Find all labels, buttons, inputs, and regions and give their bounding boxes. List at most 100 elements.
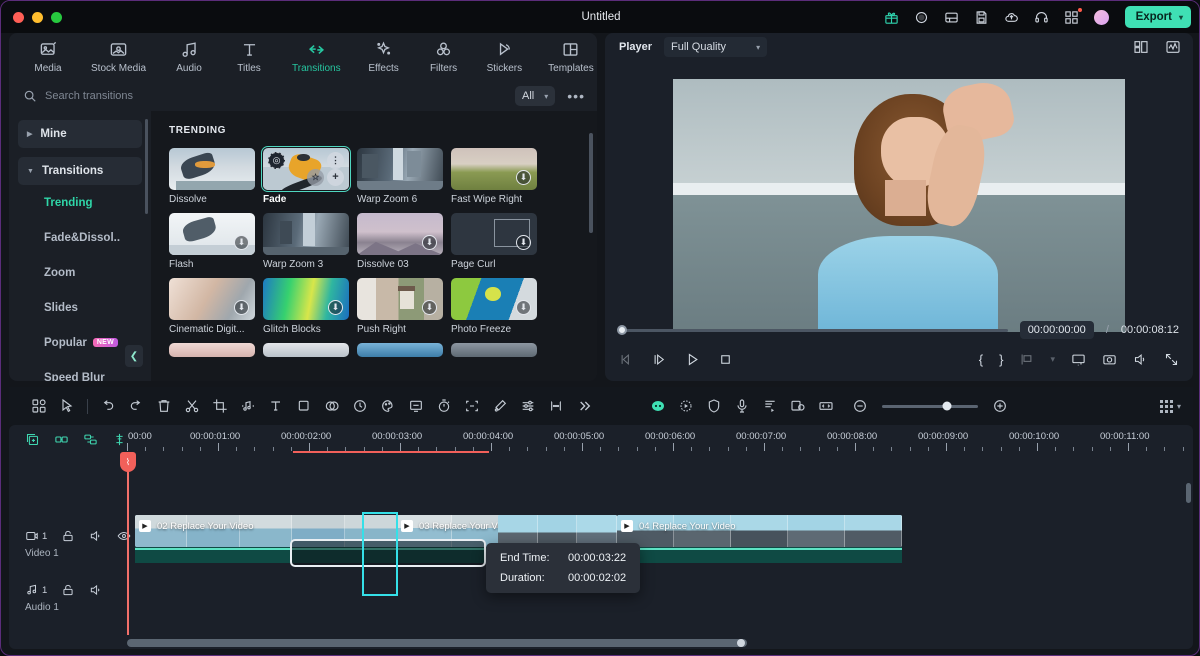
- shield-icon[interactable]: [700, 392, 728, 420]
- transition-card[interactable]: ⬇ Dissolve 03: [357, 213, 443, 270]
- select-tool-icon[interactable]: [53, 392, 81, 420]
- export-button[interactable]: Export ▾: [1124, 6, 1191, 28]
- download-icon[interactable]: ⬇: [516, 235, 531, 250]
- waveform-icon[interactable]: [1165, 39, 1181, 55]
- color-icon[interactable]: [374, 392, 402, 420]
- download-icon[interactable]: ⬇: [328, 300, 343, 315]
- lock-icon[interactable]: [61, 529, 75, 543]
- nav-tab-titles[interactable]: Titles: [232, 40, 266, 74]
- prev-frame-icon[interactable]: [619, 352, 634, 367]
- ai-settings-icon[interactable]: [672, 392, 700, 420]
- more-dots-icon[interactable]: ⋮: [327, 152, 344, 169]
- magnet-snap-icon[interactable]: [112, 432, 127, 447]
- transition-card[interactable]: Dissolve: [169, 148, 255, 205]
- timer-icon[interactable]: [430, 392, 458, 420]
- add-media-icon[interactable]: [25, 432, 40, 447]
- text-icon[interactable]: [262, 392, 290, 420]
- green-screen-icon[interactable]: [402, 392, 430, 420]
- layout-icon[interactable]: [944, 9, 960, 25]
- sidebar-scrollbar[interactable]: [145, 119, 148, 214]
- ai-copilot-icon[interactable]: [644, 392, 672, 420]
- transition-thumbnail[interactable]: [263, 213, 349, 255]
- cloud-upload-icon[interactable]: [1004, 9, 1020, 25]
- volume-icon[interactable]: [1133, 352, 1148, 367]
- seek-knob[interactable]: [617, 325, 627, 335]
- nav-tab-media[interactable]: Media: [31, 40, 65, 74]
- apps-grid-icon[interactable]: [25, 392, 53, 420]
- preview-icon[interactable]: ◎: [268, 152, 285, 169]
- chevrons-right-icon[interactable]: [570, 392, 598, 420]
- transition-thumbnail[interactable]: ◎ ⋮ ☆ +: [261, 146, 351, 192]
- chevron-down-icon[interactable]: ▾: [1179, 13, 1183, 22]
- export-frame-icon[interactable]: [1019, 352, 1034, 367]
- download-icon[interactable]: ⬇: [516, 300, 531, 315]
- transition-card[interactable]: ⬇ Page Curl: [451, 213, 537, 270]
- transition-thumbnail[interactable]: [357, 343, 443, 357]
- zoom-slider[interactable]: [882, 401, 978, 411]
- zoom-slider-knob[interactable]: [942, 401, 952, 411]
- step-forward-icon[interactable]: [652, 352, 667, 367]
- sidebar-item-fade-dissolve[interactable]: Fade&Dissol..: [9, 220, 151, 255]
- timeline-vertical-scrollbar[interactable]: [1186, 483, 1191, 503]
- transition-card[interactable]: ⬇ Push Right: [357, 278, 443, 335]
- transition-card[interactable]: [357, 343, 443, 357]
- transition-thumbnail[interactable]: [169, 343, 255, 357]
- delete-icon[interactable]: [150, 392, 178, 420]
- favorite-icon[interactable]: ☆: [307, 169, 324, 186]
- transition-card[interactable]: [263, 343, 349, 357]
- mute-icon[interactable]: [89, 583, 103, 597]
- crop-icon[interactable]: [206, 392, 234, 420]
- download-icon[interactable]: ⬇: [422, 300, 437, 315]
- undo-icon[interactable]: [94, 392, 122, 420]
- headset-icon[interactable]: [1034, 9, 1050, 25]
- transition-card[interactable]: Warp Zoom 6: [357, 148, 443, 205]
- link-icon[interactable]: [54, 432, 69, 447]
- download-icon[interactable]: ⬇: [516, 170, 531, 185]
- mark-in-icon[interactable]: {: [979, 352, 983, 367]
- nav-tab-transitions[interactable]: Transitions: [292, 40, 341, 74]
- sidebar-item-zoom[interactable]: Zoom: [9, 255, 151, 290]
- clip-play-icon[interactable]: ▶: [621, 520, 633, 532]
- mute-icon[interactable]: [89, 529, 103, 543]
- transition-thumbnail[interactable]: [169, 148, 255, 190]
- mark-out-icon[interactable]: }: [999, 352, 1003, 367]
- zoom-in-icon[interactable]: [986, 392, 1014, 420]
- transition-thumbnail[interactable]: ⬇: [169, 278, 255, 320]
- transition-thumbnail[interactable]: ⬇: [357, 278, 443, 320]
- subtitle-icon[interactable]: [756, 392, 784, 420]
- transition-thumbnail[interactable]: ⬇: [357, 213, 443, 255]
- sidebar-group-transitions[interactable]: ▼ Transitions: [18, 157, 142, 185]
- mic-icon[interactable]: [728, 392, 756, 420]
- redo-icon[interactable]: [122, 392, 150, 420]
- nav-tab-stickers[interactable]: Stickers: [487, 40, 522, 74]
- collapse-sidebar-button[interactable]: ❮: [125, 345, 143, 367]
- download-icon[interactable]: ⬇: [234, 235, 249, 250]
- grid-menu-icon[interactable]: [1159, 399, 1173, 413]
- lock-icon[interactable]: [61, 583, 75, 597]
- transition-thumbnail[interactable]: [451, 343, 537, 357]
- speed-icon[interactable]: [346, 392, 374, 420]
- stabilize-icon[interactable]: [458, 392, 486, 420]
- quality-dropdown[interactable]: Full Quality ▾: [664, 37, 768, 57]
- qr-apps-icon[interactable]: [1064, 8, 1082, 25]
- video-preview[interactable]: [673, 79, 1125, 332]
- transition-card[interactable]: Warp Zoom 3: [263, 213, 349, 270]
- transition-thumbnail[interactable]: [263, 343, 349, 357]
- sidebar-group-mine[interactable]: ▶ Mine: [18, 120, 142, 148]
- transition-card[interactable]: ⬇ Glitch Blocks: [263, 278, 349, 335]
- transition-thumbnail[interactable]: ⬇: [263, 278, 349, 320]
- chroma-icon[interactable]: [486, 392, 514, 420]
- nav-tab-effects[interactable]: Effects: [367, 40, 401, 74]
- timeline-clip[interactable]: ▶ 04 Replace Your Video: [617, 515, 902, 547]
- transition-card[interactable]: ⬇ Cinematic Digit...: [169, 278, 255, 335]
- sidebar-item-trending[interactable]: Trending: [9, 185, 151, 220]
- transition-card[interactable]: ⬇ Flash: [169, 213, 255, 270]
- audio-detach-icon[interactable]: [234, 392, 262, 420]
- transition-thumbnail[interactable]: ⬇: [169, 213, 255, 255]
- pip-icon[interactable]: [1071, 352, 1086, 367]
- search-input[interactable]: [45, 90, 508, 102]
- record-screen-icon[interactable]: [784, 392, 812, 420]
- gift-icon[interactable]: [884, 9, 900, 25]
- timeline-ruler[interactable]: 00:00 00:00:01:00 00:00:02:00 00:00:03:0…: [127, 425, 1193, 453]
- nav-tab-stock-media[interactable]: Stock Media: [91, 40, 146, 74]
